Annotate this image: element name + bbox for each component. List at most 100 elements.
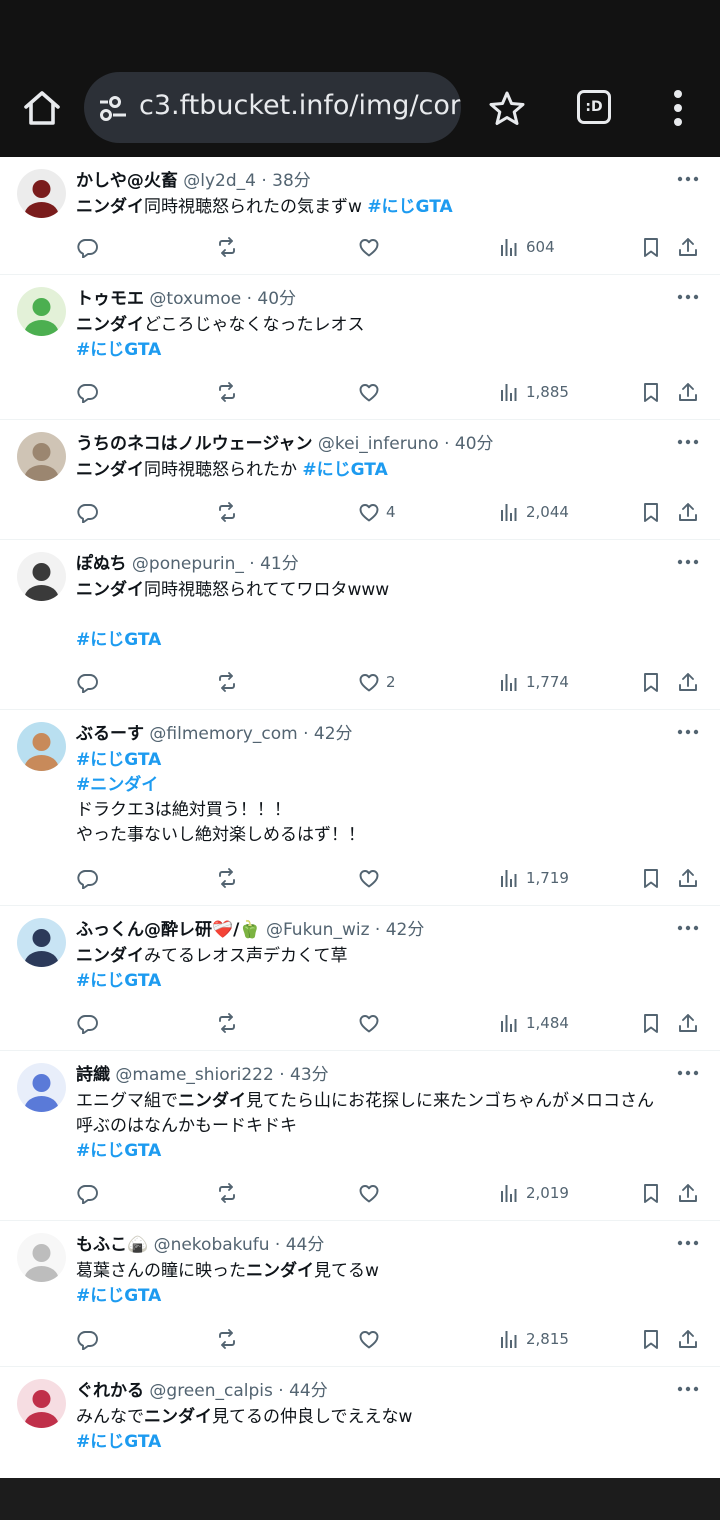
tweet[interactable]: うちのネコはノルウェージャン @kei_inferuno · 40分 ニンダイ同時… (0, 420, 720, 540)
retweet-button[interactable] (216, 866, 238, 890)
reply-button[interactable] (76, 670, 98, 694)
author-handle[interactable]: @mame_shiori222 (110, 1065, 273, 1085)
views-button[interactable]: 2,815 (498, 1327, 569, 1351)
bookmark-button[interactable] (640, 1327, 662, 1351)
like-button[interactable] (358, 380, 380, 404)
author-name[interactable]: もふこ🍙 (76, 1235, 148, 1255)
tweet[interactable]: ふっくん@酔レ研❤️‍🩹/🫑 @Fukun_wiz · 42分 ニンダイみてるレオ… (0, 906, 720, 1051)
views-button[interactable]: 604 (498, 235, 555, 259)
author-handle[interactable]: @kei_inferuno (312, 434, 439, 454)
more-options-icon[interactable] (676, 291, 700, 303)
timestamp[interactable]: · 40分 (439, 434, 493, 454)
reply-button[interactable] (76, 235, 98, 259)
bookmark-button[interactable] (640, 1181, 662, 1205)
reply-button[interactable] (76, 1327, 98, 1351)
timestamp[interactable]: · 41分 (244, 554, 298, 574)
home-icon[interactable] (20, 86, 64, 130)
author-name[interactable]: うちのネコはノルウェージャン (76, 434, 312, 454)
author-handle[interactable]: @Fukun_wiz (261, 920, 370, 940)
url-text[interactable]: c3.ftbucket.info/img/cor (139, 90, 461, 121)
views-button[interactable]: 2,019 (498, 1181, 569, 1205)
author-name[interactable]: かしや@火畜 (76, 171, 178, 191)
retweet-button[interactable] (216, 235, 238, 259)
share-button[interactable] (677, 1181, 699, 1205)
reply-button[interactable] (76, 1011, 98, 1035)
avatar[interactable] (17, 1063, 66, 1112)
avatar[interactable] (17, 287, 66, 336)
more-options-icon[interactable] (676, 173, 700, 185)
retweet-button[interactable] (216, 670, 238, 694)
avatar[interactable] (17, 722, 66, 771)
author-handle[interactable]: @ly2d_4 (178, 171, 256, 191)
retweet-button[interactable] (216, 500, 238, 524)
hashtag-link[interactable]: #にじGTA (76, 971, 161, 991)
more-options-icon[interactable] (676, 726, 700, 738)
retweet-button[interactable] (216, 380, 238, 404)
reply-button[interactable] (76, 866, 98, 890)
views-button[interactable]: 1,484 (498, 1011, 569, 1035)
author-name[interactable]: ぽぬち (76, 554, 127, 574)
author-handle[interactable]: @nekobakufu (148, 1235, 270, 1255)
author-name[interactable]: ぶるーす (76, 724, 144, 744)
like-button[interactable] (358, 1327, 380, 1351)
retweet-button[interactable] (216, 1327, 238, 1351)
tweet[interactable]: トゥモエ @toxumoe · 40分 ニンダイどころじゃなくなったレオス #にじ… (0, 275, 720, 420)
views-button[interactable]: 1,885 (498, 380, 569, 404)
like-button[interactable] (358, 866, 380, 890)
more-options-icon[interactable] (676, 1383, 700, 1395)
timestamp[interactable]: · 42分 (370, 920, 424, 940)
timestamp[interactable]: · 44分 (270, 1235, 324, 1255)
reply-button[interactable] (76, 1181, 98, 1205)
hashtag-link[interactable]: #にじGTA (76, 1432, 161, 1452)
author-handle[interactable]: @toxumoe (144, 289, 241, 309)
avatar[interactable] (17, 1233, 66, 1282)
share-button[interactable] (677, 380, 699, 404)
hashtag-link[interactable]: #ニンダイ (76, 775, 158, 795)
author-handle[interactable]: @filmemory_com (144, 724, 297, 744)
more-options-icon[interactable] (676, 1237, 700, 1249)
author-name[interactable]: ぐれかる (76, 1381, 144, 1401)
timestamp[interactable]: · 40分 (241, 289, 296, 309)
timestamp[interactable]: · 43分 (274, 1065, 328, 1085)
like-button[interactable]: 2 (358, 670, 396, 694)
author-name[interactable]: 詩織 (76, 1065, 110, 1085)
bookmark-button[interactable] (640, 380, 662, 404)
bookmark-button[interactable] (640, 670, 662, 694)
more-vert-icon[interactable] (670, 88, 686, 128)
site-settings-icon[interactable] (98, 94, 128, 122)
retweet-button[interactable] (216, 1181, 238, 1205)
hashtag-link[interactable]: #にじGTA (76, 1286, 161, 1306)
address-bar[interactable]: c3.ftbucket.info/img/cor (84, 72, 461, 143)
reply-button[interactable] (76, 500, 98, 524)
like-button[interactable] (358, 1181, 380, 1205)
more-options-icon[interactable] (676, 922, 700, 934)
share-button[interactable] (677, 866, 699, 890)
hashtag-link[interactable]: #にじGTA (367, 197, 452, 217)
avatar[interactable] (17, 169, 66, 218)
hashtag-link[interactable]: #にじGTA (302, 460, 387, 480)
tab-switcher-button[interactable]: :D (577, 90, 611, 124)
share-button[interactable] (677, 1011, 699, 1035)
views-button[interactable]: 2,044 (498, 500, 569, 524)
avatar[interactable] (17, 552, 66, 601)
hashtag-link[interactable]: #にじGTA (76, 630, 161, 650)
like-button[interactable] (358, 235, 380, 259)
bookmark-star-icon[interactable] (488, 90, 526, 128)
hashtag-link[interactable]: #にじGTA (76, 750, 161, 770)
views-button[interactable]: 1,774 (498, 670, 569, 694)
more-options-icon[interactable] (676, 556, 700, 568)
tweet[interactable]: 詩織 @mame_shiori222 · 43分 エニグマ組でニンダイ見てたら山に… (0, 1051, 720, 1221)
share-button[interactable] (677, 670, 699, 694)
timestamp[interactable]: · 38分 (256, 171, 310, 191)
like-button[interactable] (358, 1011, 380, 1035)
timestamp[interactable]: · 44分 (273, 1381, 327, 1401)
author-handle[interactable]: @ponepurin_ (127, 554, 244, 574)
tweet[interactable]: ぐれかる @green_calpis · 44分 みんなでニンダイ見てるの仲良しで… (0, 1367, 720, 1478)
share-button[interactable] (677, 235, 699, 259)
more-options-icon[interactable] (676, 1067, 700, 1079)
bookmark-button[interactable] (640, 1011, 662, 1035)
bookmark-button[interactable] (640, 866, 662, 890)
avatar[interactable] (17, 918, 66, 967)
hashtag-link[interactable]: #にじGTA (76, 340, 161, 360)
tweet[interactable]: かしや@火畜 @ly2d_4 · 38分 ニンダイ同時視聴怒られたの気まずw #に… (0, 157, 720, 275)
